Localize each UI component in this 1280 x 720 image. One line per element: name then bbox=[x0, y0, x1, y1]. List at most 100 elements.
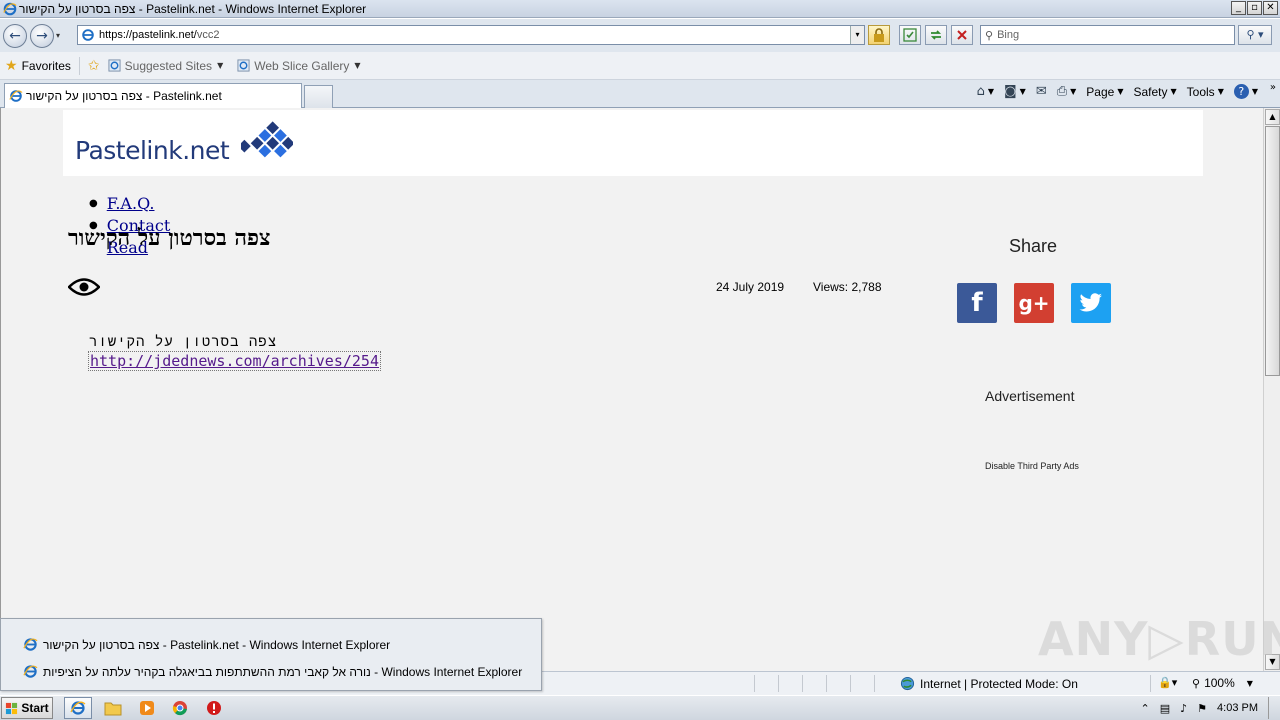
favorites-button[interactable]: ★ Favorites bbox=[5, 58, 71, 74]
eye-icon bbox=[68, 278, 100, 296]
recent-pages-dropdown[interactable]: ▾ bbox=[56, 31, 66, 40]
favorites-item-suggested-sites[interactable]: Suggested Sites ▼ bbox=[108, 59, 224, 73]
feeds-button[interactable]: ◙ ▼ bbox=[1004, 84, 1026, 99]
chevron-down-icon: ▼ bbox=[1246, 678, 1253, 688]
security-zone[interactable]: Internet | Protected Mode: On bbox=[900, 676, 1078, 691]
vertical-scrollbar[interactable]: ▲ ▼ bbox=[1263, 108, 1280, 671]
taskbar-app-chrome[interactable] bbox=[166, 697, 194, 719]
taskbar-app-alert[interactable] bbox=[200, 697, 228, 719]
show-desktop-button[interactable] bbox=[1268, 697, 1280, 719]
window-list-label: נורה אל קאבי רמת ההשתתפות בביאגלה בקהיר … bbox=[43, 664, 523, 679]
ie-logo-icon bbox=[70, 701, 86, 715]
add-to-favorites-bar-icon[interactable]: ✩ bbox=[88, 58, 100, 74]
maximize-button[interactable]: ▫ bbox=[1247, 1, 1262, 15]
site-logo-icon[interactable] bbox=[241, 118, 293, 170]
refresh-button[interactable] bbox=[925, 25, 947, 45]
favorites-star-icon: ★ bbox=[5, 57, 18, 74]
page-title: צפה בסרטון על הקישור bbox=[68, 225, 271, 251]
status-divider bbox=[826, 675, 827, 692]
paste-content-link[interactable]: http://jdednews.com/archives/254 bbox=[88, 351, 381, 371]
printer-icon: ⎙ bbox=[1056, 84, 1068, 99]
zoom-icon: ⚲ bbox=[1192, 676, 1201, 690]
safety-menu-label: Safety bbox=[1133, 84, 1168, 99]
home-icon: ⌂ bbox=[976, 84, 985, 99]
media-player-icon bbox=[140, 701, 154, 715]
taskbar-app-ie[interactable] bbox=[64, 697, 92, 719]
protected-mode-icon[interactable]: 🔒▾ bbox=[1158, 676, 1177, 689]
googleplus-share-button[interactable]: g+ bbox=[1014, 283, 1054, 323]
globe-icon bbox=[900, 676, 915, 691]
nav-link-faq[interactable]: F.A.Q. bbox=[107, 194, 155, 213]
volume-icon[interactable]: ♪ bbox=[1180, 702, 1187, 715]
address-dropdown-button[interactable]: ▾ bbox=[850, 26, 864, 44]
security-lock-button[interactable] bbox=[868, 25, 890, 45]
stop-button[interactable] bbox=[951, 25, 973, 45]
facebook-share-button[interactable]: f bbox=[957, 283, 997, 323]
window-list-item[interactable]: נורה אל קאבי רמת ההשתתפות בביאגלה בקהיר … bbox=[23, 664, 522, 679]
search-options-button[interactable]: ⚲ ▾ bbox=[1238, 25, 1272, 45]
tools-menu[interactable]: Tools ▼ bbox=[1187, 85, 1224, 99]
action-center-flag-icon[interactable]: ⚑ bbox=[1197, 702, 1207, 715]
compatibility-view-button[interactable] bbox=[899, 25, 921, 45]
ie-logo-icon bbox=[23, 638, 38, 651]
close-button[interactable]: ✕ bbox=[1263, 1, 1278, 15]
tab-pastelink[interactable]: צפה בסרטון על הקישור - Pastelink.net bbox=[4, 83, 302, 108]
advertisement-title: Advertisement bbox=[985, 388, 1075, 404]
forward-button[interactable]: → bbox=[30, 23, 54, 48]
window-list-item[interactable]: צפה בסרטון על הקישור - Pastelink.net - W… bbox=[23, 637, 390, 652]
bullet: ● bbox=[89, 197, 98, 209]
favorites-item-web-slice-gallery[interactable]: Web Slice Gallery ▼ bbox=[237, 58, 361, 73]
search-placeholder: Bing bbox=[997, 29, 1020, 41]
rss-icon: ◙ bbox=[1004, 84, 1017, 99]
scroll-up-arrow[interactable]: ▲ bbox=[1265, 109, 1280, 125]
clock[interactable]: 4:03 PM bbox=[1217, 702, 1258, 714]
url-host: https://pastelink.net/ bbox=[99, 29, 197, 41]
chevron-down-icon: ▼ bbox=[354, 61, 361, 70]
paste-content-text: צפה בסרטון על הקישור bbox=[89, 334, 278, 350]
taskbar-app-media-player[interactable] bbox=[133, 697, 161, 719]
logo-name: Pastelink bbox=[75, 136, 183, 165]
home-button[interactable]: ⌂ ▼ bbox=[977, 84, 994, 99]
command-bar-overflow-icon[interactable]: » bbox=[1270, 82, 1276, 93]
tray-expand-icon[interactable]: ⌃ bbox=[1141, 702, 1150, 715]
site-logo-text[interactable]: Pastelink.net bbox=[75, 136, 230, 165]
alert-icon bbox=[207, 701, 221, 715]
chrome-icon bbox=[172, 701, 187, 716]
address-row: ← → ▾ https://pastelink.net/vcc2 ▾ ⚲ Bin… bbox=[0, 19, 1280, 52]
disable-ads-link[interactable]: Disable Third Party Ads bbox=[985, 461, 1079, 471]
taskbar-window-list: צפה בסרטון על הקישור - Pastelink.net - W… bbox=[0, 618, 542, 691]
zoom-level: 100% bbox=[1204, 676, 1235, 690]
page-menu[interactable]: Page ▼ bbox=[1086, 85, 1123, 99]
paste-views: Views: 2,788 bbox=[813, 280, 882, 294]
web-slice-gallery-label: Web Slice Gallery bbox=[254, 58, 350, 73]
chevron-down-icon: ▼ bbox=[1170, 87, 1177, 96]
network-icon[interactable]: ▤ bbox=[1160, 702, 1170, 715]
url-text: https://pastelink.net/vcc2 bbox=[99, 29, 219, 41]
ie-logo-icon bbox=[3, 2, 17, 15]
print-button[interactable]: ⎙ ▼ bbox=[1057, 84, 1077, 99]
compatibility-icon bbox=[903, 28, 917, 42]
help-menu[interactable]: ? ▼ bbox=[1233, 84, 1258, 99]
new-tab-button[interactable] bbox=[304, 85, 333, 108]
taskbar-app-explorer[interactable] bbox=[99, 697, 127, 719]
status-divider bbox=[778, 675, 779, 692]
scroll-thumb[interactable] bbox=[1265, 126, 1280, 376]
help-icon: ? bbox=[1233, 84, 1249, 99]
twitter-icon bbox=[1079, 293, 1102, 312]
twitter-share-button[interactable] bbox=[1071, 283, 1111, 323]
zoom-control[interactable]: ⚲ 100% ▼ bbox=[1192, 676, 1253, 690]
site-header: Pastelink.net bbox=[63, 110, 1203, 176]
back-button[interactable]: ← bbox=[3, 23, 27, 48]
search-input[interactable]: ⚲ Bing bbox=[980, 25, 1235, 45]
start-button[interactable]: Start bbox=[1, 697, 53, 719]
page-viewport: Pastelink.net ●F.A.Q. ●Contact ●Read צפה… bbox=[0, 108, 1263, 671]
minimize-button[interactable]: _ bbox=[1231, 1, 1246, 15]
safety-menu[interactable]: Safety ▼ bbox=[1133, 85, 1176, 99]
chevron-down-icon: ▼ bbox=[1019, 87, 1026, 96]
read-mail-button[interactable]: ✉ bbox=[1036, 84, 1047, 99]
address-input[interactable]: https://pastelink.net/vcc2 ▾ bbox=[77, 25, 865, 45]
chevron-down-icon: ▼ bbox=[1070, 87, 1077, 96]
chevron-down-icon: ▼ bbox=[1117, 87, 1124, 96]
favorites-separator bbox=[78, 56, 80, 75]
chevron-down-icon: ▼ bbox=[217, 61, 224, 70]
